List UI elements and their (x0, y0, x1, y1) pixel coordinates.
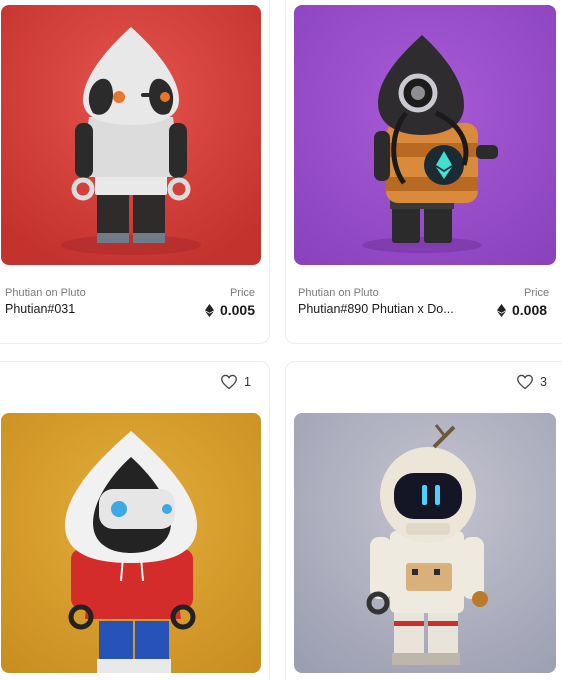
phutian-ghost-figure (1, 5, 261, 265)
nft-name[interactable]: Phutian#031 (5, 302, 155, 316)
nft-image[interactable] (1, 5, 261, 265)
price-amount: 0.005 (219, 302, 255, 318)
phutian-diver-figure (294, 5, 556, 265)
nft-image[interactable] (1, 413, 261, 673)
price-value: 0.005 (204, 302, 255, 318)
nft-name[interactable]: Phutian#890 Phutian x Do... (298, 302, 468, 316)
nft-card[interactable]: Phutian on Pluto Phutian#031 Price 0.005 (0, 0, 270, 344)
price-amount: 0.008 (512, 302, 548, 318)
ethereum-icon (204, 303, 214, 317)
like-button[interactable]: 1 (220, 374, 251, 390)
nft-card[interactable]: 1 (0, 361, 270, 680)
heart-icon (517, 374, 533, 390)
like-count: 1 (244, 375, 251, 389)
phutian-astronaut-figure (294, 413, 556, 673)
nft-card[interactable]: 3 (285, 361, 562, 680)
ethereum-icon (497, 303, 506, 317)
like-count: 3 (540, 375, 547, 389)
nft-image[interactable] (294, 5, 556, 265)
price-label: Price (524, 287, 550, 299)
phutian-hoodie-figure (1, 413, 261, 673)
heart-icon (221, 374, 237, 390)
price-label: Price (229, 287, 255, 299)
collection-name: Phutian on Pluto (5, 287, 86, 299)
collection-name: Phutian on Pluto (298, 287, 379, 299)
nft-card[interactable]: Phutian on Pluto Phutian#890 Phutian x D… (285, 0, 562, 344)
price-value: 0.008 (497, 302, 547, 318)
nft-image[interactable] (294, 413, 556, 673)
like-button[interactable]: 3 (516, 374, 547, 390)
